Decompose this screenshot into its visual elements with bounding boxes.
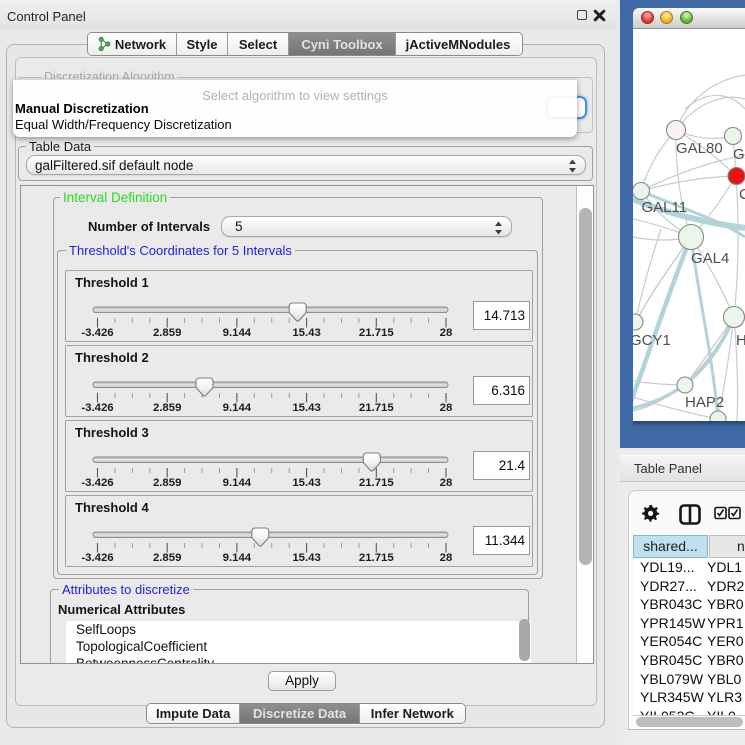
svg-text:-3.426: -3.426 [81,552,113,564]
svg-text:21.715: 21.715 [359,477,395,489]
svg-text:9.144: 9.144 [223,552,252,564]
svg-text:28: 28 [440,477,453,489]
svg-text:15.43: 15.43 [292,477,321,489]
svg-text:15.43: 15.43 [292,552,321,564]
svg-text:21.715: 21.715 [359,552,395,564]
svg-text:HAP2: HAP2 [685,394,724,411]
svg-text:C: C [739,186,745,203]
svg-text:GAL4: GAL4 [691,250,729,267]
svg-text:28: 28 [440,327,453,339]
svg-text:9.144: 9.144 [223,327,252,339]
svg-text:-3.426: -3.426 [81,327,113,339]
svg-text:21.715: 21.715 [359,402,395,414]
svg-text:9.144: 9.144 [223,477,252,489]
svg-text:2.859: 2.859 [153,552,182,564]
svg-text:28: 28 [440,552,453,564]
svg-text:GCY1: GCY1 [633,332,671,349]
svg-text:H: H [736,332,745,349]
svg-text:2.859: 2.859 [153,477,182,489]
svg-text:9.144: 9.144 [223,402,252,414]
svg-text:21.715: 21.715 [359,327,395,339]
svg-text:2.859: 2.859 [153,327,182,339]
svg-text:15.43: 15.43 [292,402,321,414]
svg-text:GAL11: GAL11 [642,199,688,216]
svg-text:15.43: 15.43 [292,327,321,339]
svg-text:-3.426: -3.426 [81,477,113,489]
svg-text:28: 28 [440,402,453,414]
svg-text:2.859: 2.859 [153,402,182,414]
svg-text:GAL80: GAL80 [676,140,723,157]
svg-text:GA: GA [733,146,745,163]
svg-text:-3.426: -3.426 [81,402,113,414]
